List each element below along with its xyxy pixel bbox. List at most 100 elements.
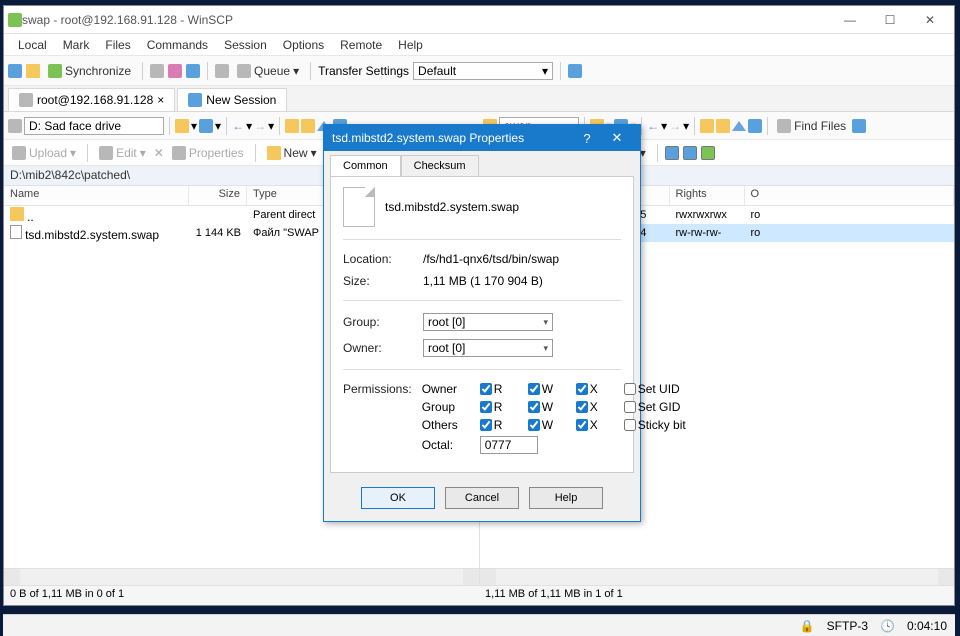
parent-folder-icon[interactable] bbox=[700, 119, 714, 133]
filter-icon[interactable] bbox=[199, 119, 213, 133]
dialog-close-icon[interactable]: ✕ bbox=[602, 130, 632, 146]
toolbar-icon-4[interactable] bbox=[186, 64, 200, 78]
session-tabs: root@192.168.91.128 × New Session bbox=[4, 86, 954, 112]
perm-owner-r[interactable]: R bbox=[480, 382, 520, 396]
perm-group-x[interactable]: X bbox=[576, 400, 616, 414]
remote-scrollbar[interactable] bbox=[480, 568, 955, 585]
menu-help[interactable]: Help bbox=[390, 36, 431, 54]
menu-mark[interactable]: Mark bbox=[55, 36, 98, 54]
new-session-icon bbox=[188, 93, 202, 107]
local-scrollbar[interactable] bbox=[4, 568, 479, 585]
open-folder-icon[interactable] bbox=[175, 119, 189, 133]
root-folder-icon[interactable] bbox=[301, 119, 315, 133]
drive-icon bbox=[8, 119, 22, 133]
connection-time-icon: 🕓 bbox=[880, 619, 895, 633]
perm-group-w[interactable]: W bbox=[528, 400, 568, 414]
session-tab-label: root@192.168.91.128 bbox=[37, 93, 153, 107]
root-folder-icon[interactable] bbox=[716, 119, 730, 133]
check-icon[interactable] bbox=[701, 146, 715, 160]
toolbar-icon-3[interactable] bbox=[168, 64, 182, 78]
lock-icon: 🔒 bbox=[800, 619, 815, 633]
toolbar-icon-1[interactable] bbox=[8, 64, 22, 78]
close-tab-icon[interactable]: × bbox=[157, 93, 164, 107]
dialog-titlebar: tsd.mibstd2.system.swap Properties ? ✕ bbox=[324, 125, 640, 151]
back-icon[interactable]: ← bbox=[647, 119, 659, 133]
plus-icon[interactable] bbox=[665, 146, 679, 160]
dialog-help-icon[interactable]: ? bbox=[572, 131, 602, 146]
forward-icon[interactable]: → bbox=[254, 119, 266, 133]
ok-button[interactable]: OK bbox=[361, 487, 435, 509]
upload-button[interactable]: Upload ▾ bbox=[8, 144, 80, 162]
refresh-icon[interactable] bbox=[748, 119, 762, 133]
perm-sticky[interactable]: Sticky bit bbox=[624, 418, 694, 432]
terminal-icon[interactable] bbox=[150, 64, 164, 78]
menu-session[interactable]: Session bbox=[216, 36, 275, 54]
close-button[interactable]: ✕ bbox=[910, 10, 950, 30]
connection-time: 0:04:10 bbox=[907, 619, 947, 633]
dialog-tabs: Common Checksum bbox=[324, 151, 640, 176]
window-title: swap - root@192.168.91.128 - WinSCP bbox=[22, 13, 830, 27]
search-icon bbox=[777, 119, 791, 133]
col-name[interactable]: Name bbox=[4, 186, 189, 205]
perm-others-r[interactable]: R bbox=[480, 418, 520, 432]
col-size[interactable]: Size bbox=[189, 186, 247, 205]
perm-row-others: Others bbox=[422, 418, 472, 432]
new-session-label: New Session bbox=[206, 93, 276, 107]
queue-button[interactable]: Queue ▾ bbox=[233, 62, 303, 80]
col-owner[interactable]: O bbox=[745, 186, 955, 205]
perm-setuid[interactable]: Set UID bbox=[624, 382, 694, 396]
perm-group-r[interactable]: R bbox=[480, 400, 520, 414]
perm-row-group: Group bbox=[422, 400, 472, 414]
toolbar-extra-icon[interactable] bbox=[852, 119, 866, 133]
forward-icon[interactable]: → bbox=[669, 119, 681, 133]
perm-others-x[interactable]: X bbox=[576, 418, 616, 432]
parent-folder-icon[interactable] bbox=[285, 119, 299, 133]
properties-dialog: tsd.mibstd2.system.swap Properties ? ✕ C… bbox=[323, 124, 641, 522]
dialog-title: tsd.mibstd2.system.swap Properties bbox=[332, 131, 572, 145]
find-files-button[interactable]: Find Files bbox=[773, 117, 850, 135]
minimize-button[interactable]: — bbox=[830, 10, 870, 30]
protocol-label: SFTP-3 bbox=[827, 619, 868, 633]
monitor-icon bbox=[19, 93, 33, 107]
local-drive-dropdown[interactable]: D: Sad face drive bbox=[24, 117, 164, 135]
menu-options[interactable]: Options bbox=[275, 36, 332, 54]
group-select[interactable]: root [0] bbox=[423, 313, 553, 331]
titlebar: swap - root@192.168.91.128 - WinSCP — ☐ … bbox=[4, 6, 954, 34]
delete-icon[interactable]: ✕ bbox=[154, 146, 164, 160]
menu-remote[interactable]: Remote bbox=[332, 36, 390, 54]
menu-commands[interactable]: Commands bbox=[139, 36, 216, 54]
maximize-button[interactable]: ☐ bbox=[870, 10, 910, 30]
menu-local[interactable]: Local bbox=[10, 36, 55, 54]
local-properties-button[interactable]: Properties bbox=[168, 144, 248, 162]
statusbar: 0 B of 1,11 MB in 0 of 1 1,11 MB of 1,11… bbox=[4, 585, 954, 605]
edit-button[interactable]: Edit ▾ bbox=[95, 144, 150, 162]
file-icon bbox=[343, 187, 375, 227]
toolbar-icon-5[interactable] bbox=[568, 64, 582, 78]
tab-checksum[interactable]: Checksum bbox=[401, 155, 479, 176]
file-icon bbox=[10, 225, 22, 239]
up-folder-icon bbox=[10, 207, 24, 221]
perm-owner-x[interactable]: X bbox=[576, 382, 616, 396]
back-icon[interactable]: ← bbox=[232, 119, 244, 133]
cancel-button[interactable]: Cancel bbox=[445, 487, 519, 509]
gear-icon[interactable] bbox=[215, 64, 229, 78]
perm-owner-w[interactable]: W bbox=[528, 382, 568, 396]
help-button[interactable]: Help bbox=[529, 487, 603, 509]
minus-icon[interactable] bbox=[683, 146, 697, 160]
tab-common[interactable]: Common bbox=[330, 155, 401, 176]
owner-select[interactable]: root [0] bbox=[423, 339, 553, 357]
synchronize-button[interactable]: Synchronize bbox=[44, 62, 135, 80]
location-label: Location: bbox=[343, 252, 413, 266]
menu-files[interactable]: Files bbox=[97, 36, 138, 54]
perm-setgid[interactable]: Set GID bbox=[624, 400, 694, 414]
home-icon[interactable] bbox=[732, 121, 746, 131]
new-session-tab[interactable]: New Session bbox=[177, 88, 287, 111]
toolbar-icon-2[interactable] bbox=[26, 64, 40, 78]
octal-input[interactable] bbox=[480, 436, 538, 454]
permissions-grid: Owner R W X Set UID Group R W X Set GID … bbox=[422, 382, 694, 454]
col-rights[interactable]: Rights bbox=[670, 186, 745, 205]
session-tab-active[interactable]: root@192.168.91.128 × bbox=[8, 88, 175, 111]
local-new-button[interactable]: New ▾ bbox=[263, 144, 321, 162]
transfer-settings-dropdown[interactable]: Default ▾ bbox=[413, 62, 553, 80]
perm-others-w[interactable]: W bbox=[528, 418, 568, 432]
